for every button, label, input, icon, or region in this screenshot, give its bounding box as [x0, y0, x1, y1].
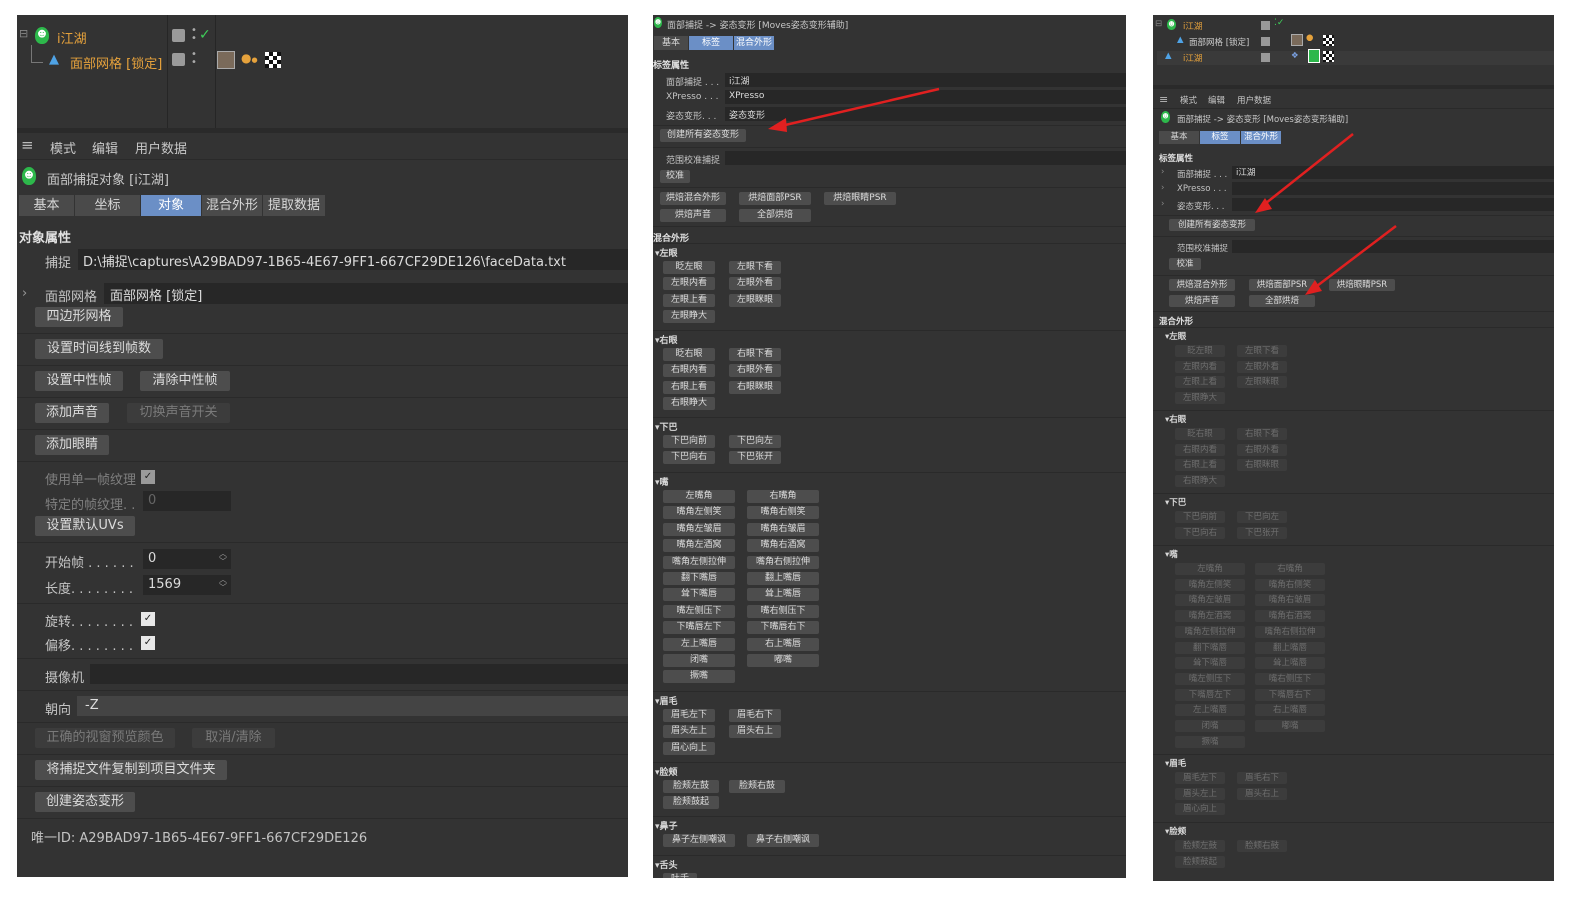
xpresso-tag-icon[interactable]: ●● — [241, 51, 258, 65]
column-divider — [215, 15, 216, 128]
menu-user-data[interactable]: 用户数据 — [135, 138, 187, 157]
attribute-panel-object: ⊟ ☻ i江湖 ▲ 面部网格 [锁定] • • ✓ • • ●● ≡ 模式 编辑 用… — [17, 15, 628, 877]
create-pose-morph-button[interactable]: 创建姿态变形 — [35, 792, 135, 812]
column-divider — [167, 15, 168, 128]
tab-bar: 基本 坐标 对象 混合外形 提取数据 — [19, 195, 325, 216]
tab-coord[interactable]: 坐标 — [75, 195, 140, 216]
add-eyes-button[interactable]: 添加眼睛 — [35, 435, 109, 455]
set-timeline-button[interactable]: 设置时间线到帧数 — [35, 339, 163, 359]
rotation-label: 旋转. . . . . . . . — [45, 615, 133, 630]
clear-neutral-frame-button[interactable]: 清除中性帧 — [140, 371, 230, 391]
splitter[interactable] — [17, 128, 628, 133]
quad-mesh-button[interactable]: 四边形网格 — [35, 307, 123, 327]
camera-label: 摄像机 — [45, 671, 85, 686]
camera-link-field[interactable] — [90, 664, 628, 684]
tree-collapse-icon[interactable]: ⊟ — [19, 27, 28, 40]
face-capture-icon: ☻ — [35, 27, 49, 44]
toggle-sound-button: 切换声音开关 — [127, 403, 230, 423]
tab-blend-shapes[interactable]: 混合外形 — [202, 195, 262, 216]
spinner-icon[interactable]: ︿ ﹀ — [219, 576, 227, 592]
capture-path-field[interactable]: D:\捕捉\captures\A29BAD97-1B65-4E67-9FF1-6… — [78, 249, 628, 270]
annotation-arrows — [1255, 133, 1397, 295]
length-field[interactable]: 1569 — [143, 575, 231, 595]
tree-item-face-mesh[interactable]: 面部网格 [锁定] — [70, 53, 162, 72]
object-tree: ⊟ ☻ i江湖 ▲ 面部网格 [锁定] • • ✓ • • ●● — [17, 15, 628, 128]
unique-id: 唯一ID: A29BAD97-1B65-4E67-9FF1-667CF29DE1… — [31, 831, 368, 846]
use-single-texture-checkbox[interactable]: ✓ — [141, 470, 155, 484]
viewport-color-button: 正确的视窗预览颜色 — [35, 728, 175, 748]
specific-texture-label: 特定的帧纹理. . — [45, 498, 136, 513]
check-icon[interactable]: ✓ — [199, 27, 211, 43]
visibility-dots-icon[interactable]: • • — [191, 26, 197, 44]
menu-mode[interactable]: 模式 — [50, 138, 76, 157]
rotation-checkbox[interactable]: ✓ — [141, 612, 155, 626]
set-neutral-frame-button[interactable]: 设置中性帧 — [35, 371, 123, 391]
hamburger-menu-icon[interactable]: ≡ — [21, 138, 34, 153]
tree-line — [31, 45, 32, 63]
attribute-panel-tag: ☻ 面部捕捉 -> 姿态变形 [Moves姿态变形辅助] 基本 标签 混合外形 … — [653, 15, 1126, 878]
mesh-label: 面部网格 — [45, 290, 98, 305]
layer-icon[interactable] — [172, 53, 185, 66]
offset-label: 偏移. . . . . . . . — [45, 639, 133, 654]
attribute-panel-tag-disabled: ⊟ ☻ i江湖 ▲ 面部网格 [锁定] ▲ i江湖 ⁚✓ ● ❖ ≡ 模式 编辑… — [1153, 15, 1554, 881]
pose-morph-tag-icon[interactable] — [217, 51, 235, 69]
tree-line — [31, 62, 43, 63]
polygon-mesh-icon: ▲ — [49, 52, 59, 67]
start-frame-label: 开始帧 . . . . . . — [45, 556, 134, 571]
facing-dropdown[interactable]: -Z — [77, 696, 628, 716]
capture-label: 捕捉 — [45, 256, 72, 271]
start-frame-field[interactable]: 0 — [143, 549, 231, 569]
cancel-clear-button: 取消/清除 — [192, 728, 275, 748]
add-sound-button[interactable]: 添加声音 — [35, 403, 109, 423]
set-default-uvs-button[interactable]: 设置默认UVs — [35, 516, 135, 536]
specific-texture-field[interactable]: 0 — [143, 491, 231, 511]
expand-arrow-icon[interactable]: › — [22, 286, 27, 301]
tab-basic[interactable]: 基本 — [19, 195, 74, 216]
tree-item-ijianghu[interactable]: i江湖 — [57, 28, 87, 47]
face-capture-object-icon: ☻ — [22, 167, 36, 185]
spinner-icon[interactable]: ︿ ﹀ — [219, 550, 227, 566]
use-single-texture-label: 使用单一帧纹理 — [45, 473, 137, 488]
object-title: 面部捕捉对象 [i江湖] — [47, 173, 169, 188]
section-object-props: 对象属性 — [19, 231, 72, 246]
tab-extract-data[interactable]: 提取数据 — [263, 195, 325, 216]
menu-edit[interactable]: 编辑 — [92, 138, 118, 157]
visibility-dots-icon[interactable]: • • — [191, 50, 197, 68]
mesh-link-field[interactable]: 面部网格 [锁定] — [104, 283, 628, 304]
offset-checkbox[interactable]: ✓ — [141, 636, 155, 650]
layer-icon[interactable] — [172, 29, 185, 42]
facing-label: 朝向 — [45, 703, 72, 718]
tab-object[interactable]: 对象 — [141, 195, 201, 216]
texture-tag-icon[interactable] — [265, 52, 281, 68]
length-label: 长度. . . . . . . . — [45, 582, 133, 597]
annotation-arrow — [768, 87, 940, 132]
copy-capture-file-button[interactable]: 将捕捉文件复制到项目文件夹 — [35, 760, 227, 780]
menu-bar: ≡ 模式 编辑 用户数据 — [17, 136, 628, 158]
